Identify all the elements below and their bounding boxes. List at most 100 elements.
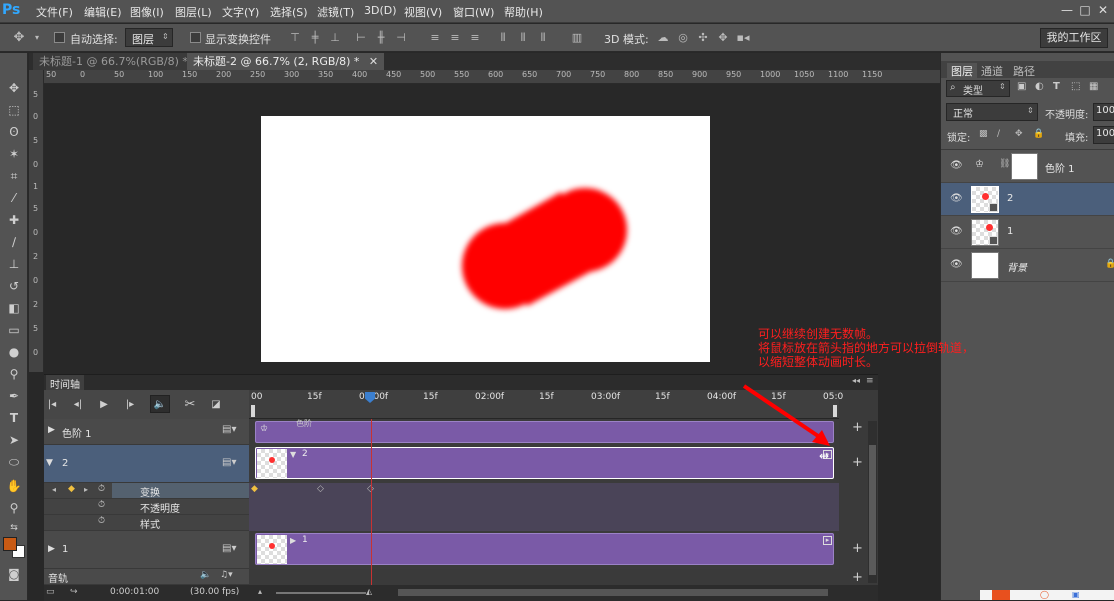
stamp-tool-icon[interactable]: ⊥ [4,255,24,273]
show-transform-checkbox[interactable] [190,32,201,43]
blur-tool-icon[interactable]: ● [4,343,24,361]
distribute-vcenter-icon[interactable]: ≡ [448,31,462,45]
eyedropper-icon[interactable]: ⁄ [4,189,24,207]
filter-smart-object-icon[interactable]: ▦ [1089,81,1098,92]
keyframe-icon[interactable]: ◆ [68,484,75,494]
render-video-icon[interactable]: ▭ [46,587,55,597]
path-select-icon[interactable]: ➤ [4,431,24,449]
slide-3d-icon[interactable]: ✥ [716,31,730,45]
zoom-in-icon[interactable]: ◭ [366,587,372,596]
layer-filter-dropdown[interactable]: ⌕ 类型 ⇕ [946,80,1010,97]
distribute-top-icon[interactable]: ≡ [428,31,442,45]
add-media-button[interactable]: + [852,541,863,556]
property-opacity[interactable]: ⏱ 不透明度 [44,499,249,515]
document-canvas[interactable] [261,116,710,362]
collapse-arrow-icon[interactable]: ▼ [46,458,53,468]
work-area-start-handle[interactable] [251,405,255,417]
menu-type[interactable]: 文字(Y) [222,4,259,20]
clip-layer-1[interactable]: ▶ 1 ▸ [255,533,834,565]
transition-icon[interactable]: ◪ [208,398,224,412]
track-menu-icon[interactable]: ▤▾ [222,424,236,435]
menu-3d[interactable]: 3D(D) [364,4,397,17]
magic-wand-icon[interactable]: ✶ [4,145,24,163]
audio-toggle-icon[interactable]: 🔈 [150,395,170,413]
workspace-button[interactable]: 我的工作区 [1040,28,1108,48]
track-header-audio[interactable]: 音轨 🔈 ♫▾ [44,569,249,585]
tab-document-1[interactable]: 未标题-1 @ 66.7%(RGB/8) * ✕ [33,53,213,70]
lasso-tool-icon[interactable]: ʘ [4,123,24,141]
track-lane-layer-2[interactable]: ▼ 2 ▸ ⇹ [249,445,839,483]
visibility-eye-icon[interactable]: 👁 [950,160,963,171]
horizontal-ruler[interactable]: 50 0 50 100 150 200 250 300 350 400 450 … [44,70,940,84]
menu-help[interactable]: 帮助(H) [504,4,543,20]
keyframe-icon[interactable]: ◇ [317,484,324,494]
expand-arrow-icon[interactable]: ▶ [48,425,55,435]
convert-frame-icon[interactable]: ↪ [70,587,78,597]
foreground-color-swatch[interactable] [3,537,17,551]
close-button[interactable]: ✕ [1092,2,1114,18]
pan-3d-icon[interactable]: ✣ [696,31,710,45]
lock-icon[interactable]: 🔒 [1033,129,1044,139]
scale-3d-icon[interactable]: ▪◂ [736,31,750,45]
track-menu-icon[interactable]: ▤▾ [222,543,236,554]
visibility-eye-icon[interactable]: 👁 [950,259,963,270]
property-lanes[interactable]: ◆ ◇ ◇ [249,483,839,531]
stopwatch-icon[interactable]: ⏱ [98,500,105,510]
clip-end-icon[interactable]: ▸ [823,536,832,545]
track-header-layer-1[interactable]: ▶ 1 ▤▾ [44,531,249,569]
blend-mode-dropdown[interactable]: 正常 ⇕ [946,103,1038,121]
menu-file[interactable]: 文件(F) [36,4,73,20]
marquee-tool-icon[interactable]: ⬚ [4,101,24,119]
pen-tool-icon[interactable]: ✒ [4,387,24,405]
tab-paths[interactable]: 路径 [1013,63,1035,79]
keyframe-icon[interactable]: ◆ [251,484,258,494]
layer-row-levels[interactable]: 👁 ♔ ⛓ 色阶 1 [941,150,1114,183]
distribute-hcenter-icon[interactable]: ⦀ [516,31,530,45]
filter-shape-icon[interactable]: ⬚ [1071,81,1080,92]
auto-select-checkbox[interactable] [54,32,65,43]
auto-align-icon[interactable]: ▥ [570,31,584,45]
clip-layer-2[interactable]: ▼ 2 ▸ [255,447,834,479]
track-menu-icon[interactable]: ▤▾ [222,457,236,468]
stopwatch-icon[interactable]: ⏱ [98,516,105,526]
lock-position-icon[interactable]: ✥ [1015,129,1023,139]
tray-ime-icon[interactable]: ◯ [1040,590,1049,599]
clip-dropdown-icon[interactable]: ▼ [290,450,296,459]
filter-type-icon[interactable]: T [1053,81,1060,92]
tray-app-icon[interactable] [992,590,1010,600]
fill-input[interactable]: 100 [1093,126,1114,144]
menu-image[interactable]: 图像(I) [130,4,164,20]
layer-row-background[interactable]: 👁 背景 🔒 [941,249,1114,282]
chevron-down-icon[interactable]: ▾ [30,31,44,45]
visibility-eye-icon[interactable]: 👁 [950,193,963,204]
add-media-button[interactable]: + [852,420,863,435]
scrollbar-thumb[interactable] [869,445,876,575]
next-keyframe-icon[interactable]: ▸ [84,485,88,494]
dodge-tool-icon[interactable]: ⚲ [4,365,24,383]
property-transform[interactable]: ◂ ◆ ▸ ⏱ 变换 [44,483,249,499]
split-scissors-icon[interactable]: ✂ [182,398,198,412]
roll-3d-icon[interactable]: ◎ [676,31,690,45]
audio-mute-icon[interactable]: 🔈 [200,570,211,580]
distribute-left-icon[interactable]: ⦀ [496,31,510,45]
expand-arrow-icon[interactable]: ▶ [48,544,55,554]
gradient-tool-icon[interactable]: ▭ [4,321,24,339]
vertical-ruler[interactable]: 5 0 5 0 1 5 0 2 0 2 5 0 [29,70,44,372]
track-lane-layer-1[interactable]: ▶ 1 ▸ [249,531,839,569]
menu-filter[interactable]: 滤镜(T) [317,4,354,20]
align-right-icon[interactable]: ⊣ [394,31,408,45]
auto-select-dropdown[interactable]: 图层 ⇕ [125,28,173,47]
go-to-first-frame-icon[interactable]: |◂ [44,398,60,412]
layer-row-1[interactable]: 👁 1 [941,216,1114,249]
close-icon[interactable]: ✕ [369,55,378,68]
menu-select[interactable]: 选择(S) [270,4,308,20]
track-lane-audio[interactable] [249,569,839,585]
add-audio-button[interactable]: + [852,570,863,585]
move-tool-icon[interactable]: ✥ [12,31,26,45]
visibility-eye-icon[interactable]: 👁 [950,226,963,237]
horizontal-scrollbar[interactable] [398,589,828,596]
move-tool-icon[interactable]: ✥ [4,79,24,97]
align-top-icon[interactable]: ⊤ [288,31,302,45]
distribute-right-icon[interactable]: ⦀ [536,31,550,45]
ellipse-tool-icon[interactable]: ⬭ [4,453,24,471]
